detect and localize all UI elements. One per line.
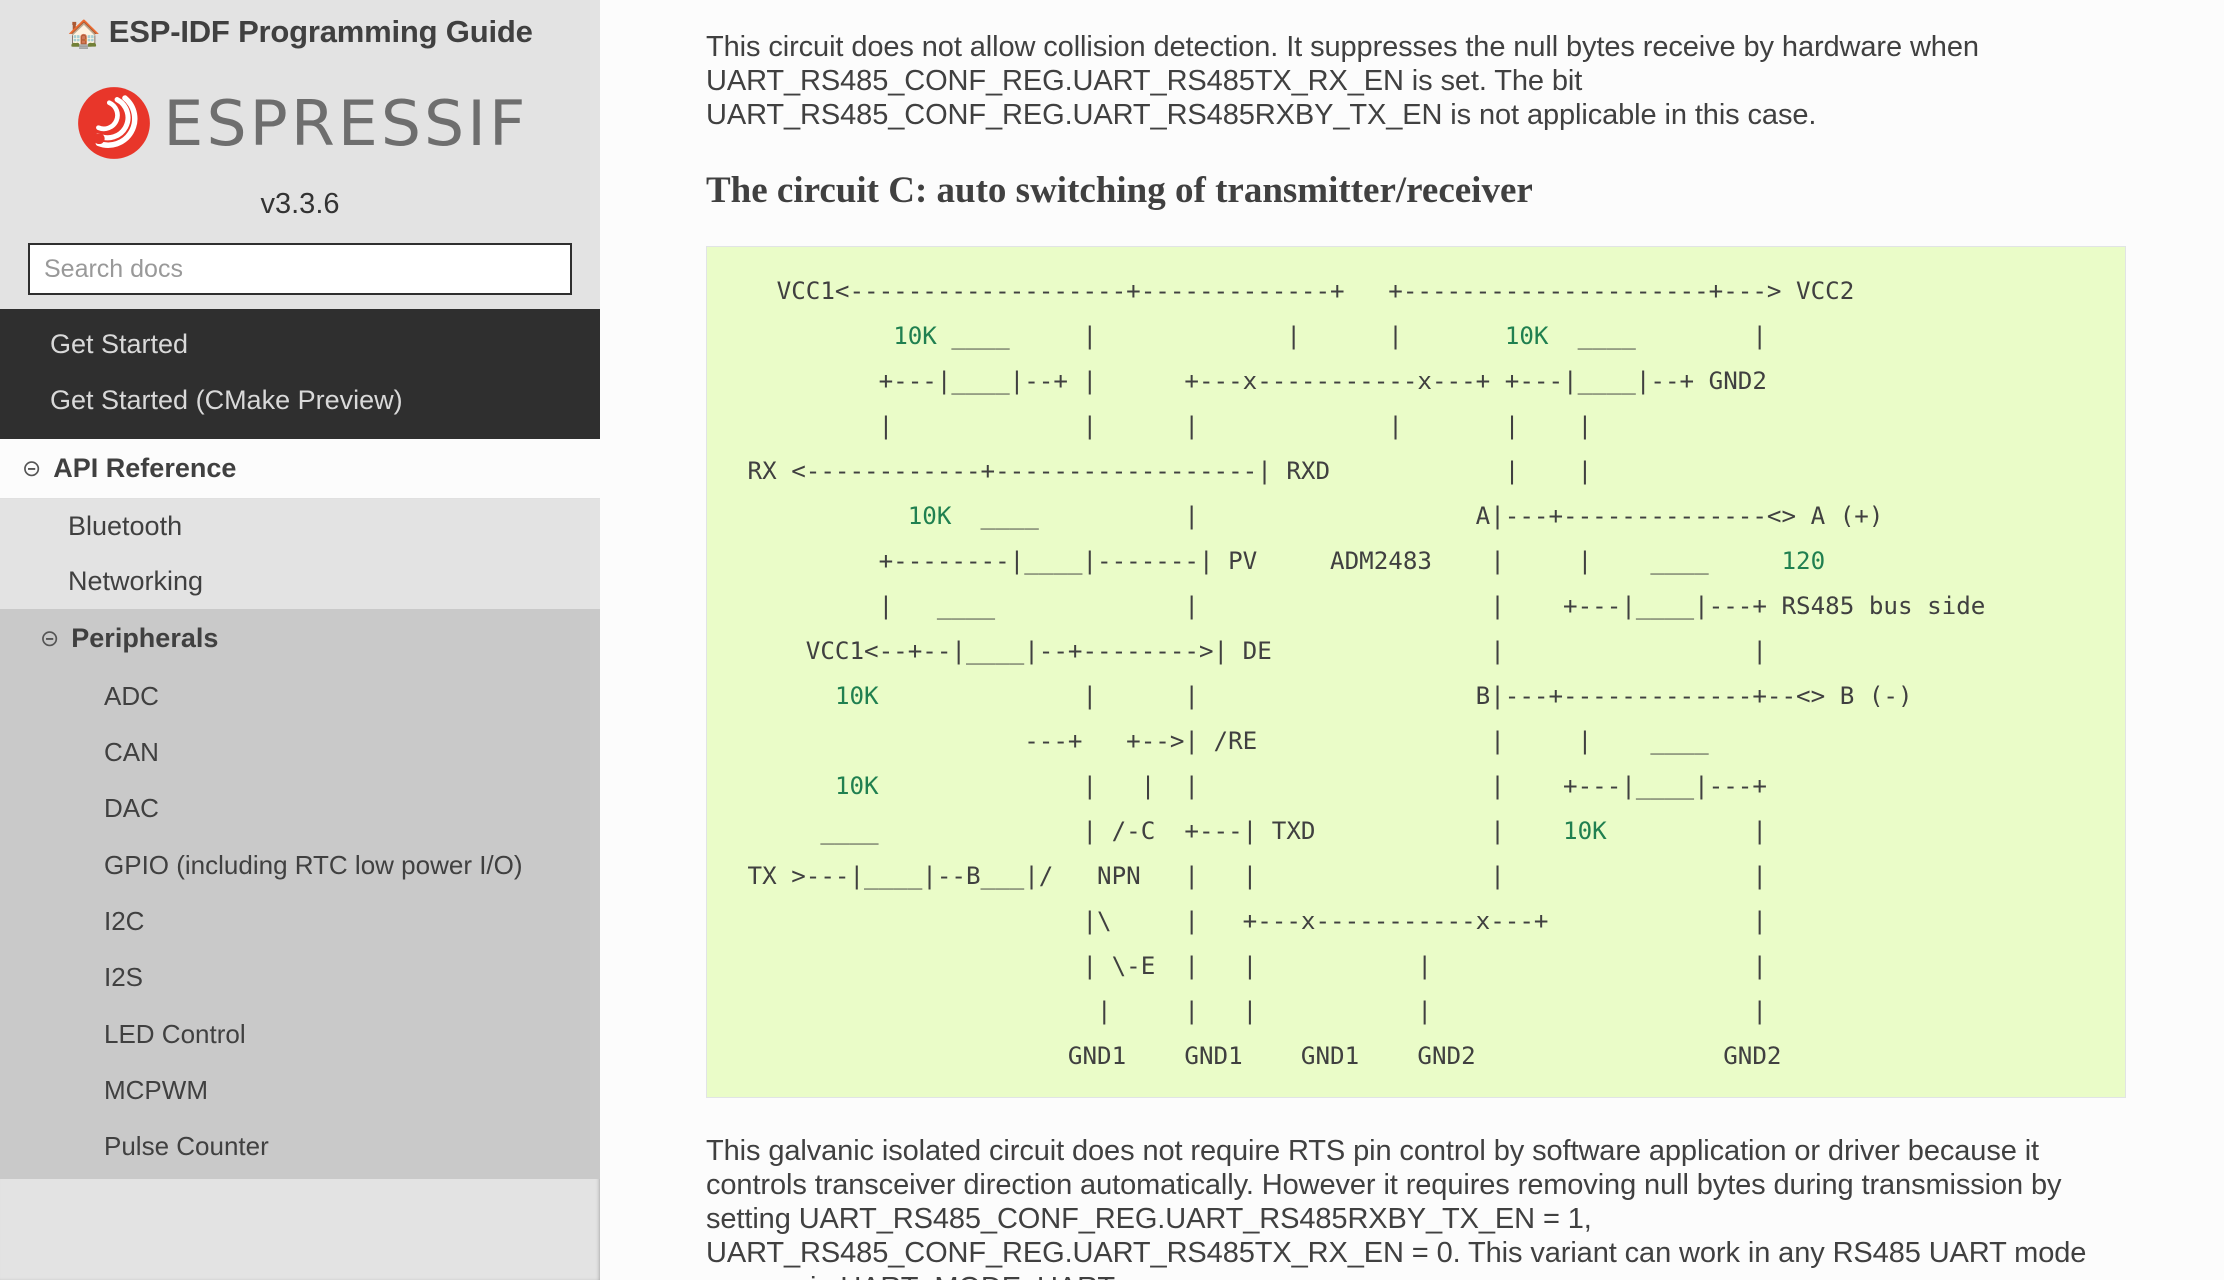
search-input[interactable] bbox=[28, 243, 572, 295]
sidebar-brand-title[interactable]: 🏠 ESP-IDF Programming Guide bbox=[0, 0, 600, 50]
sidebar-item-get-started-cmake[interactable]: Get Started (CMake Preview) bbox=[0, 373, 600, 429]
sidebar-item-label: API Reference bbox=[53, 452, 237, 483]
sidebar-item-label: Peripherals bbox=[71, 622, 219, 653]
sidebar-item-api-reference[interactable]: ⊝ API Reference bbox=[0, 438, 600, 499]
sidebar-nav: Get Started Get Started (CMake Preview) … bbox=[0, 309, 600, 1179]
sidebar-item-i2c[interactable]: I2C bbox=[0, 893, 600, 949]
rs485-circuit-c-ascii-diagram: VCC1<-------------------+-------------+ … bbox=[747, 276, 1986, 1070]
sidebar-item-mcpwm[interactable]: MCPWM bbox=[0, 1062, 600, 1118]
sidebar-header: 🏠 ESP-IDF Programming Guide ESPRESSIF v3.… bbox=[0, 0, 600, 309]
sidebar-item-led-control[interactable]: LED Control bbox=[0, 1006, 600, 1062]
home-icon: 🏠 bbox=[67, 19, 101, 49]
nav-group-peripherals: ADC CAN DAC GPIO (including RTC low powe… bbox=[0, 667, 600, 1179]
espressif-wordmark: ESPRESSIF bbox=[163, 86, 529, 160]
sidebar: 🏠 ESP-IDF Programming Guide ESPRESSIF v3.… bbox=[0, 0, 600, 1280]
ascii-diagram-container: VCC1<-------------------+-------------+ … bbox=[706, 245, 2126, 1098]
espressif-mark-icon bbox=[78, 87, 150, 159]
espressif-logo: ESPRESSIF bbox=[0, 80, 600, 166]
collapse-icon[interactable]: ⊝ bbox=[22, 456, 41, 482]
sidebar-item-bluetooth[interactable]: Bluetooth bbox=[0, 499, 600, 554]
collapse-icon[interactable]: ⊝ bbox=[40, 626, 59, 652]
sidebar-item-get-started[interactable]: Get Started bbox=[0, 317, 600, 373]
search-box bbox=[0, 221, 600, 295]
sidebar-item-adc[interactable]: ADC bbox=[0, 668, 600, 724]
sidebar-title-text: ESP-IDF Programming Guide bbox=[108, 14, 533, 49]
sidebar-item-dac[interactable]: DAC bbox=[0, 780, 600, 836]
nav-group-top: Get Started Get Started (CMake Preview) bbox=[0, 309, 600, 439]
paragraph-top: This circuit does not allow collision de… bbox=[706, 31, 1979, 132]
sidebar-item-pulse-counter[interactable]: Pulse Counter bbox=[0, 1118, 600, 1174]
nav-group-api-reference: Bluetooth Networking bbox=[0, 498, 600, 609]
paragraph-bottom: This galvanic isolated circuit does not … bbox=[706, 1134, 2087, 1280]
version-label: v3.3.6 bbox=[260, 188, 340, 220]
sidebar-item-i2s[interactable]: I2S bbox=[0, 949, 600, 1005]
main-content: This circuit does not allow collision de… bbox=[600, 0, 2224, 1280]
page-root: 🏠 ESP-IDF Programming Guide ESPRESSIF v3.… bbox=[0, 0, 2224, 1280]
page-section-heading: The circuit C: auto switching of transmi… bbox=[706, 169, 1533, 211]
sidebar-item-gpio[interactable]: GPIO (including RTC low power I/O) bbox=[0, 837, 600, 893]
sidebar-item-can[interactable]: CAN bbox=[0, 724, 600, 780]
sidebar-item-networking[interactable]: Networking bbox=[0, 554, 600, 609]
sidebar-item-peripherals[interactable]: ⊝ Peripherals bbox=[0, 608, 600, 668]
